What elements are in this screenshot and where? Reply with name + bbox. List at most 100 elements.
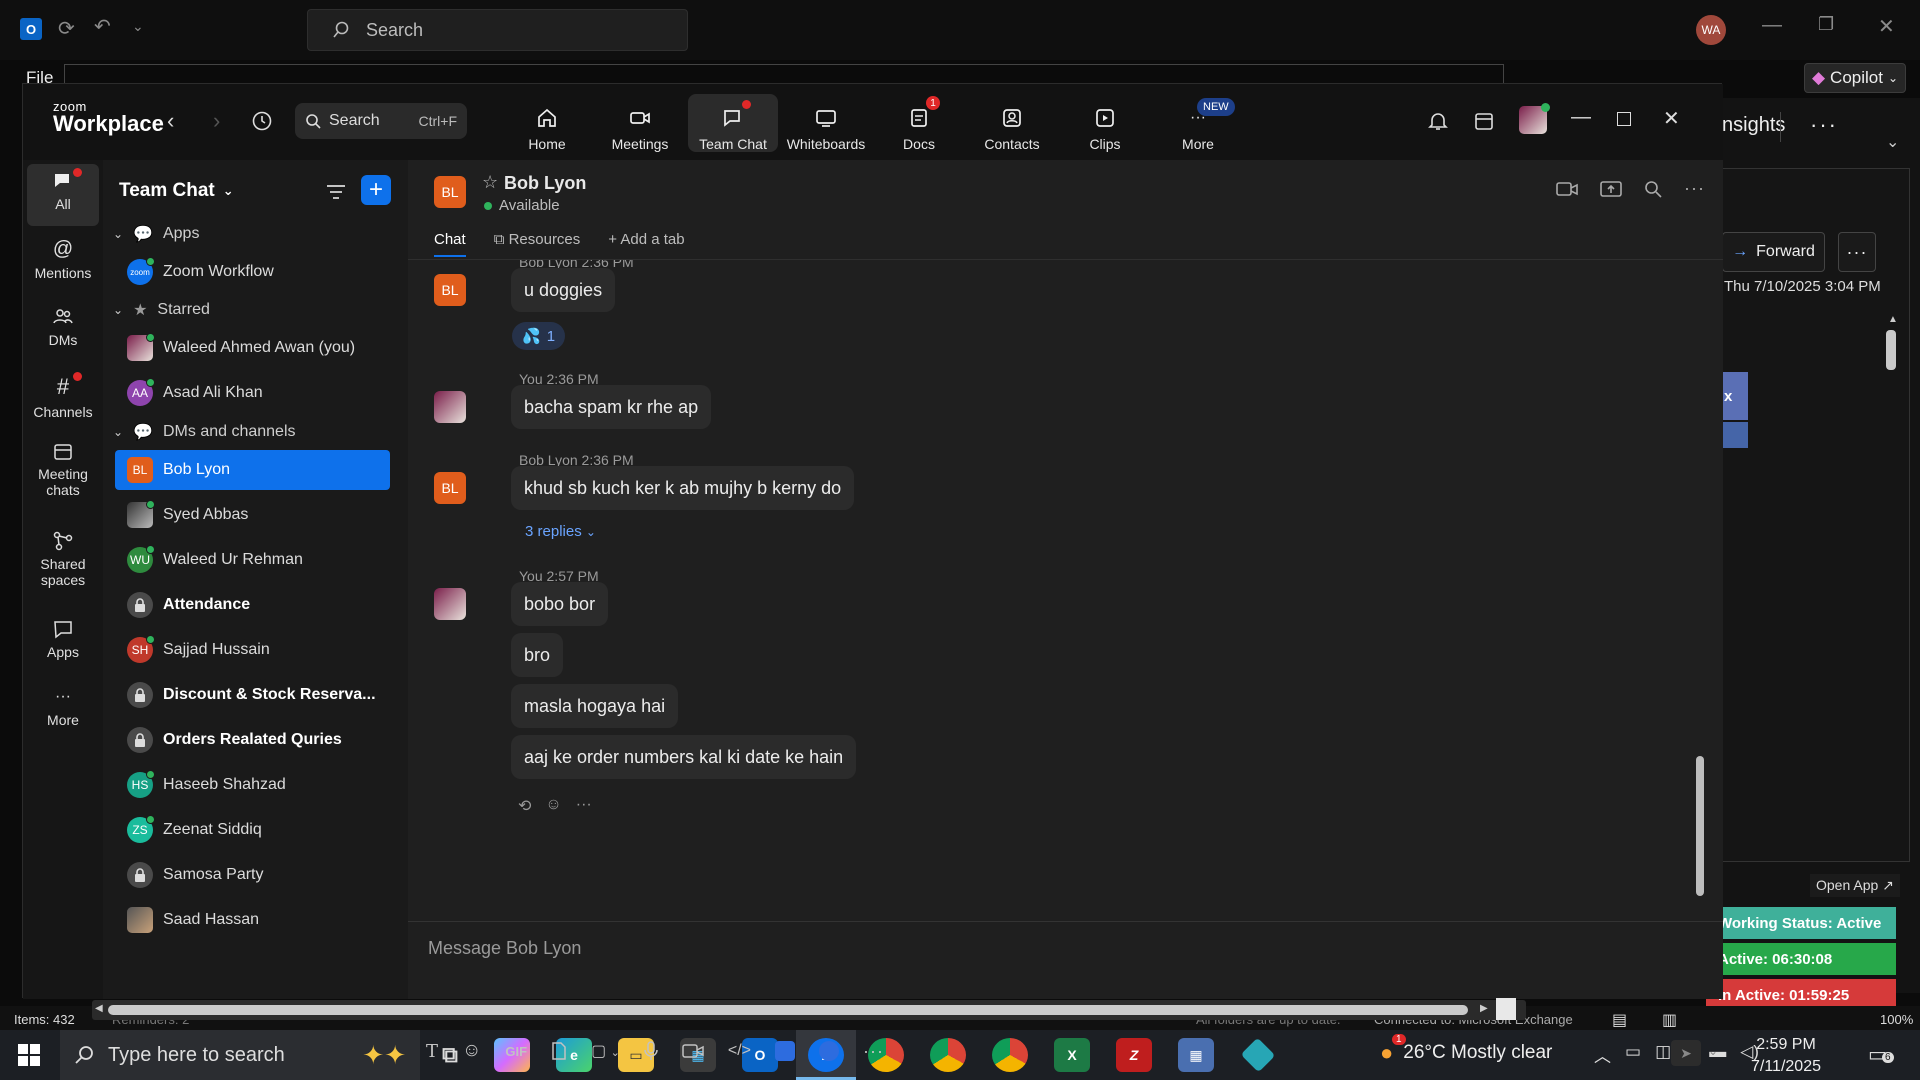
sidebar-item-asad-ali-khan[interactable]: AA Asad Ali Khan bbox=[115, 373, 390, 413]
sidebar-item-sajjad-hussain[interactable]: SH Sajjad Hussain bbox=[115, 630, 390, 670]
meet-icon[interactable]: ◫ bbox=[1655, 1042, 1671, 1067]
message-bubble[interactable]: u doggies bbox=[511, 268, 616, 312]
text-format-icon[interactable]: T bbox=[426, 1041, 438, 1062]
nav-docs[interactable]: 1 Docs bbox=[874, 94, 964, 152]
filter-icon[interactable] bbox=[325, 182, 347, 202]
zoom-close-icon[interactable]: ✕ bbox=[1663, 106, 1680, 131]
horizontal-scrollbar-thumb[interactable] bbox=[108, 1005, 1468, 1015]
zoom-percent[interactable]: 100% bbox=[1880, 1012, 1913, 1027]
video-call-icon[interactable] bbox=[1556, 180, 1578, 198]
chat-scrollbar-thumb[interactable] bbox=[1696, 756, 1704, 896]
zoom-minimize-icon[interactable]: — bbox=[1571, 106, 1591, 129]
share-screen-icon[interactable] bbox=[1600, 180, 1622, 198]
message-more-icon[interactable]: ··· bbox=[1838, 232, 1876, 272]
app-blue-icon-1[interactable] bbox=[775, 1041, 796, 1061]
sidebar-item-saad-hassan[interactable]: Saad Hassan bbox=[115, 900, 390, 940]
new-chat-button[interactable]: + bbox=[361, 175, 391, 205]
section-apps[interactable]: ⌄ 💬 Apps bbox=[113, 224, 199, 244]
rail-all[interactable]: All bbox=[27, 164, 99, 226]
message-avatar[interactable]: BL bbox=[434, 472, 466, 504]
outlook-close-icon[interactable]: ✕ bbox=[1878, 14, 1895, 39]
zoom-maximize-icon[interactable] bbox=[1617, 112, 1631, 126]
quick-access-chevron-icon[interactable]: ⌄ bbox=[132, 18, 144, 35]
microphone-icon[interactable] bbox=[644, 1041, 658, 1061]
message-bubble[interactable]: aaj ke order numbers kal ki date ke hain bbox=[511, 735, 857, 779]
open-app-button[interactable]: Open App ↗ bbox=[1810, 874, 1900, 897]
reply-icon[interactable]: ⟲ bbox=[518, 796, 531, 816]
outlook-search-box[interactable]: Search bbox=[307, 9, 688, 51]
outlook-minimize-icon[interactable]: — bbox=[1762, 14, 1782, 37]
message-avatar[interactable]: BL bbox=[434, 274, 466, 306]
tray-chevron-icon[interactable]: ︿ bbox=[1594, 1042, 1611, 1067]
message-bubble[interactable]: masla hogaya hai bbox=[511, 684, 679, 728]
sidebar-item-zeenat-siddiq[interactable]: ZS Zeenat Siddiq bbox=[115, 810, 390, 850]
emoji-add-icon[interactable]: ☺ bbox=[545, 796, 561, 816]
nav-clips[interactable]: Clips bbox=[1060, 94, 1150, 152]
outlook-scrollbar-thumb[interactable] bbox=[1886, 330, 1896, 370]
notification-icon[interactable]: ▭ 6 bbox=[1868, 1042, 1894, 1067]
section-dms-channels[interactable]: ⌄ 💬 DMs and channels bbox=[113, 422, 296, 442]
star-outline-icon[interactable]: ☆ bbox=[482, 172, 498, 193]
chat-contact-avatar[interactable]: BL bbox=[434, 176, 466, 208]
back-icon[interactable]: ‹ bbox=[167, 108, 174, 134]
outlook-avatar[interactable]: WA bbox=[1696, 15, 1726, 45]
undo-icon[interactable]: ↶ bbox=[94, 14, 111, 39]
sidebar-item-discount-stock[interactable]: Discount & Stock Reserva... bbox=[115, 675, 390, 715]
sync-icon[interactable]: ⟳ bbox=[58, 16, 75, 41]
excel-icon[interactable]: X bbox=[1054, 1038, 1090, 1072]
more-dots-icon[interactable]: ··· bbox=[1684, 179, 1705, 198]
rail-shared-spaces[interactable]: Shared spaces bbox=[27, 524, 99, 588]
tab-resources[interactable]: ⧉ Resources bbox=[494, 231, 581, 257]
nav-contacts[interactable]: Contacts bbox=[967, 94, 1057, 152]
nav-team-chat[interactable]: Team Chat bbox=[688, 94, 778, 152]
copilot-button[interactable]: ◆ Copilot ⌄ bbox=[1804, 63, 1906, 93]
sidebar-item-orders-queries[interactable]: Orders Realated Quries bbox=[115, 720, 390, 760]
emoji-icon[interactable]: ☺ bbox=[462, 1040, 481, 1062]
nav-whiteboards[interactable]: Whiteboards bbox=[781, 94, 871, 152]
message-avatar[interactable] bbox=[434, 588, 466, 620]
file-icon[interactable] bbox=[551, 1042, 567, 1060]
taskbar-search-box[interactable]: Type here to search ✦✦ bbox=[60, 1030, 420, 1080]
section-starred[interactable]: ⌄ ★ Starred bbox=[113, 300, 210, 320]
horizontal-scrollbar[interactable]: ◀ ▶ bbox=[92, 1000, 1526, 1020]
sidebar-item-waleed-ur-rehman[interactable]: WU Waleed Ur Rehman bbox=[115, 540, 390, 580]
team-chat-title[interactable]: Team Chat ⌄ bbox=[119, 180, 234, 202]
code-snippet-icon[interactable]: </> bbox=[728, 1042, 751, 1060]
message-bubble[interactable]: bobo bor bbox=[511, 582, 609, 626]
reaction-chip[interactable]: 💦 1 bbox=[512, 322, 566, 350]
forward-button[interactable]: → Forward bbox=[1722, 232, 1825, 272]
taskbar-clock[interactable]: 2:59 PM 7/11/2025 bbox=[1736, 1034, 1836, 1078]
display-icon[interactable]: ▭ bbox=[1625, 1042, 1641, 1067]
sidebar-item-bob-lyon[interactable]: BL Bob Lyon bbox=[115, 450, 390, 490]
message-bubble[interactable]: bacha spam kr rhe ap bbox=[511, 385, 712, 429]
app-blue-icon-2[interactable] bbox=[819, 1041, 840, 1061]
normal-view-icon[interactable]: ▤ bbox=[1612, 1010, 1627, 1030]
sidebar-item-waleed-ahmed-awan[interactable]: Waleed Ahmed Awan (you) bbox=[115, 328, 390, 368]
sidebar-item-haseeb-shahzad[interactable]: HS Haseeb Shahzad bbox=[115, 765, 390, 805]
outlook-chevron-icon[interactable]: ⌄ bbox=[1886, 132, 1899, 152]
rail-more[interactable]: ··· More bbox=[27, 680, 99, 728]
nav-more[interactable]: ··· NEW More bbox=[1153, 94, 1243, 152]
rail-dms[interactable]: DMs bbox=[27, 300, 99, 348]
tab-chat[interactable]: Chat bbox=[434, 231, 466, 257]
chrome-icon-2[interactable] bbox=[930, 1038, 966, 1072]
sidebar-item-samosa-party[interactable]: Samosa Party bbox=[115, 855, 390, 895]
calculator-icon[interactable]: ▦ bbox=[1178, 1038, 1214, 1072]
search-icon[interactable] bbox=[1644, 180, 1662, 198]
gif-button[interactable]: GIF bbox=[505, 1044, 527, 1059]
outlook-insights-label[interactable]: nsights bbox=[1722, 114, 1785, 137]
filezilla-icon[interactable]: Z bbox=[1116, 1038, 1152, 1072]
resize-grip[interactable] bbox=[1496, 998, 1516, 1020]
rail-channels[interactable]: # Channels bbox=[27, 368, 99, 420]
tab-add[interactable]: + Add a tab bbox=[608, 231, 684, 257]
sidebar-item-attendance[interactable]: Attendance bbox=[115, 585, 390, 625]
rail-mentions[interactable]: @ Mentions bbox=[27, 232, 99, 281]
outlook-restore-icon[interactable]: ❐ bbox=[1818, 14, 1834, 35]
rail-meeting-chats[interactable]: Meeting chats bbox=[27, 436, 99, 498]
history-icon[interactable] bbox=[251, 110, 273, 132]
message-bubble[interactable]: khud sb kuch ker k ab mujhy b kerny do bbox=[511, 466, 855, 510]
sidebar-item-zoom-workflow[interactable]: zoom Zoom Workflow bbox=[115, 252, 390, 292]
notification-bell-icon[interactable] bbox=[1427, 110, 1449, 132]
windows-start-icon[interactable] bbox=[18, 1044, 40, 1066]
message-input[interactable]: Message Bob Lyon bbox=[428, 938, 581, 959]
